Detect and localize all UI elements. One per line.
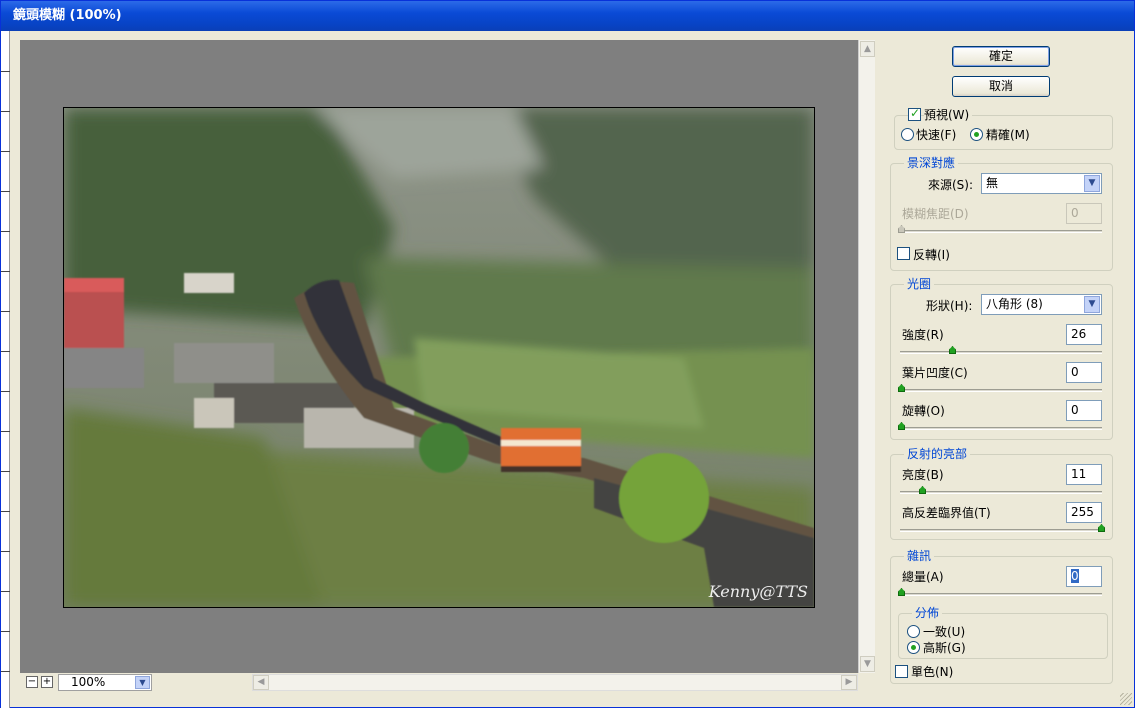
amount-field[interactable]: 0 (1066, 566, 1102, 587)
ok-button[interactable]: 確定 (952, 46, 1050, 67)
monochromatic-label: 單色(N) (911, 665, 954, 679)
preview-photo[interactable]: Kenny@TTS (63, 107, 815, 608)
scroll-down-arrow-icon[interactable]: ▼ (860, 656, 875, 672)
amount-slider[interactable] (900, 593, 1102, 596)
cancel-button[interactable]: 取消 (952, 76, 1050, 97)
preview-horizontal-scrollbar[interactable]: ◀ ▶ (252, 674, 858, 691)
preview-bottom-bar: − + 100% ▼ ◀ ▶ (20, 674, 858, 691)
blur-focal-field[interactable]: 0 (1066, 203, 1102, 224)
invert-checkbox[interactable] (897, 247, 910, 260)
brightness-slider[interactable] (900, 491, 1102, 494)
lens-blur-dialog: 鏡頭模糊 (100%) Kenny@TTS ▲ ▼ − + 100% ▼ ◀ ▶… (0, 0, 1135, 708)
uniform-radio[interactable] (907, 625, 920, 638)
chevron-down-icon[interactable]: ▼ (1084, 296, 1100, 313)
brightness-label: 亮度(B) (902, 468, 944, 482)
image-watermark: Kenny@TTS (708, 582, 808, 601)
amount-label: 總量(A) (902, 570, 944, 584)
zoom-in-button[interactable]: + (41, 676, 53, 688)
fast-radio[interactable] (901, 128, 914, 141)
distribution-title: 分佈 (912, 606, 943, 620)
blade-curvature-slider[interactable] (900, 389, 1102, 392)
zoom-level-select[interactable]: 100% ▼ (58, 674, 152, 691)
gaussian-radio[interactable] (907, 641, 920, 654)
monochromatic-checkbox[interactable] (895, 665, 908, 678)
window-title: 鏡頭模糊 (100%) (13, 8, 122, 23)
scroll-up-arrow-icon[interactable]: ▲ (860, 41, 875, 57)
threshold-slider[interactable] (900, 529, 1102, 532)
title-bar[interactable]: 鏡頭模糊 (100%) (1, 1, 1134, 31)
blur-focal-label: 模糊焦距(D) (902, 207, 969, 221)
uniform-label: 一致(U) (923, 625, 966, 639)
chevron-down-icon[interactable]: ▼ (135, 676, 150, 689)
amount-value: 0 (1071, 569, 1079, 583)
rotation-slider[interactable] (900, 427, 1102, 430)
scroll-right-arrow-icon[interactable]: ▶ (841, 675, 857, 690)
noise-title: 雜訊 (904, 549, 935, 563)
zoom-level-value: 100% (71, 675, 106, 689)
iris-title: 光圈 (904, 277, 935, 291)
shape-select[interactable]: 八角形 (8) ▼ (981, 294, 1102, 315)
radius-slider[interactable] (900, 351, 1102, 354)
tilt-shift-railway-image (64, 108, 814, 607)
threshold-label: 高反差臨界值(T) (902, 506, 991, 520)
zoom-out-button[interactable]: − (26, 676, 38, 688)
shape-value: 八角形 (8) (986, 297, 1043, 311)
rotation-field[interactable]: 0 (1066, 400, 1102, 421)
radius-label: 強度(R) (902, 328, 944, 342)
brightness-field[interactable]: 11 (1066, 464, 1102, 485)
invert-label: 反轉(I) (913, 248, 950, 262)
accurate-radio[interactable] (970, 128, 983, 141)
chevron-down-icon[interactable]: ▼ (1084, 175, 1100, 192)
blade-curvature-label: 葉片凹度(C) (902, 366, 968, 380)
preview-vertical-scrollbar[interactable]: ▲ ▼ (858, 40, 875, 673)
preview-label: 預視(W) (924, 108, 973, 122)
scroll-left-arrow-icon[interactable]: ◀ (253, 675, 269, 690)
source-label: 來源(S): (928, 178, 974, 192)
fast-label: 快速(F) (916, 128, 957, 142)
preview-checkbox[interactable] (908, 106, 921, 121)
specular-highlights-title: 反射的亮部 (904, 447, 971, 461)
accurate-label: 精確(M) (986, 128, 1030, 142)
background-ruler-strip (1, 31, 10, 708)
threshold-field[interactable]: 255 (1066, 502, 1102, 523)
resize-grip-icon[interactable] (1120, 693, 1132, 705)
depth-map-title: 景深對應 (904, 156, 959, 170)
blur-focal-slider[interactable] (900, 230, 1102, 233)
gaussian-label: 高斯(G) (923, 641, 966, 655)
radius-field[interactable]: 26 (1066, 324, 1102, 345)
blade-curvature-field[interactable]: 0 (1066, 362, 1102, 383)
shape-label: 形狀(H): (926, 299, 973, 313)
rotation-label: 旋轉(O) (902, 404, 945, 418)
source-select[interactable]: 無 ▼ (981, 173, 1102, 194)
source-value: 無 (986, 176, 999, 190)
